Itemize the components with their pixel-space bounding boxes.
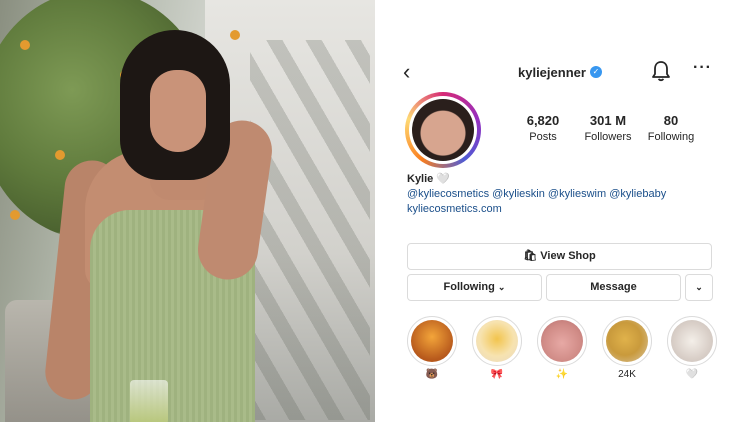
highlight-ring [537,316,587,366]
suggested-accounts-button[interactable]: ⌄ [685,274,713,301]
orange-fruit [10,210,20,220]
highlight-caption: 24K [618,369,636,380]
highlight-cover [476,320,518,362]
back-icon[interactable]: ‹ [403,60,410,84]
bio-name: Kylie [407,173,434,185]
story-ring[interactable] [405,92,481,168]
highlight-item[interactable]: 🎀 [472,316,522,380]
profile-username: kyliejenner [518,65,586,80]
following-count: 80 [663,113,679,128]
posts-label: Posts [529,131,557,143]
avatar-border [409,96,477,164]
highlight-item[interactable]: 🐻 [407,316,457,380]
orange-fruit [230,30,240,40]
highlight-ring [667,316,717,366]
highlight-item[interactable]: ✨ [537,316,587,380]
drink-glass [130,380,168,422]
following-button[interactable]: Following ⌄ [407,274,542,301]
bio-mentions[interactable]: @kyliecosmetics @kylieskin @kylieswim @k… [407,188,666,200]
highlight-cover [671,320,713,362]
highlight-caption: 🎀 [490,369,504,380]
more-options-icon[interactable]: ··· [693,59,712,77]
post-photo [0,0,375,422]
highlight-caption: ✨ [555,369,569,380]
orange-fruit [55,150,65,160]
bell-icon[interactable] [651,60,671,82]
leaf-shadow [250,40,370,420]
followers-stat[interactable]: 301 M Followers [580,113,636,143]
following-label: Following [647,131,695,143]
highlight-ring [602,316,652,366]
following-button-label: Following [443,281,495,293]
view-shop-button[interactable]: 🛍 View Shop [407,243,712,270]
highlight-cover [606,320,648,362]
chevron-down-icon: ⌄ [497,282,506,292]
highlight-caption: 🤍 [685,369,699,380]
message-button-label: Message [590,281,637,293]
highlight-caption: 🐻 [425,369,439,380]
followers-label: Followers [584,131,632,143]
top-bar: ‹ kyliejenner ✓ ··· [375,56,750,88]
shop-bag-icon: 🛍 [523,250,538,262]
highlight-ring [407,316,457,366]
highlight-ring [472,316,522,366]
heart-icon: 🤍 [436,173,450,185]
bio-link[interactable]: kyliecosmetics.com [407,203,502,215]
highlight-item[interactable]: 🤍 [667,316,717,380]
message-button[interactable]: Message [546,274,681,301]
chevron-down-icon: ⌄ [695,282,703,292]
posts-stat[interactable]: 6,820 Posts [520,113,566,143]
avatar [412,99,474,161]
followers-count: 301 M [589,113,627,128]
following-stat[interactable]: 80 Following [645,113,697,143]
highlight-item[interactable]: 24K [602,316,652,380]
posts-count: 6,820 [526,113,560,128]
highlight-cover [541,320,583,362]
verified-badge-icon: ✓ [590,66,602,78]
person-face [150,70,206,152]
highlight-cover [411,320,453,362]
orange-fruit [20,40,30,50]
instagram-profile: ‹ kyliejenner ✓ ··· 6,820 Posts 301 M Fo… [375,0,750,422]
view-shop-label: View Shop [540,250,596,262]
